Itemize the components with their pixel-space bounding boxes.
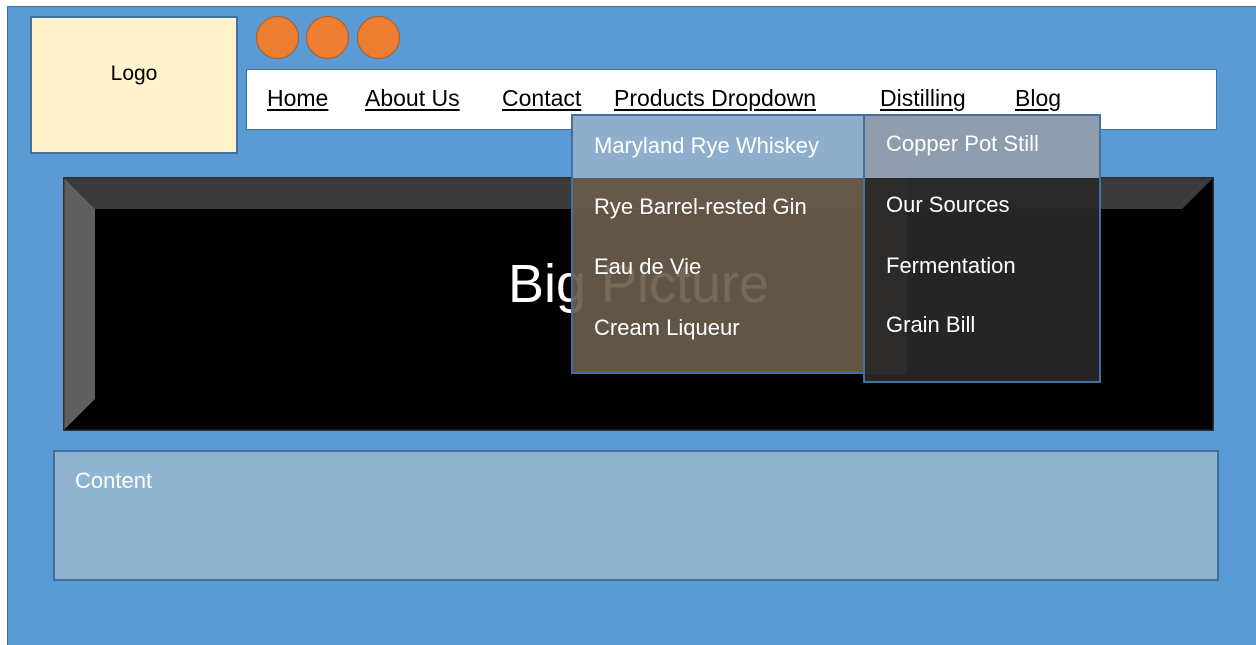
- nav-item-contact[interactable]: Contact: [502, 85, 581, 112]
- dropdown-item-grain-bill[interactable]: Grain Bill: [886, 312, 975, 338]
- nav-item-blog[interactable]: Blog: [1015, 85, 1061, 112]
- dropdown-item-fermentation[interactable]: Fermentation: [886, 253, 1016, 279]
- nav-item-about-us[interactable]: About Us: [365, 85, 460, 112]
- dropdown-item-our-sources[interactable]: Our Sources: [886, 192, 1010, 218]
- dropdown-item-copper-pot-still[interactable]: Copper Pot Still: [886, 131, 1039, 157]
- content-area: Content: [53, 450, 1219, 581]
- content-label: Content: [75, 468, 153, 493]
- social-circle-icon[interactable]: [357, 16, 400, 59]
- logo-label: Logo: [110, 62, 158, 85]
- nav-item-home[interactable]: Home: [267, 85, 328, 112]
- nav-item-distilling[interactable]: Distilling: [880, 85, 966, 112]
- logo[interactable]: Logo: [30, 16, 238, 154]
- social-circle-icon[interactable]: [256, 16, 299, 59]
- dropdown-item-eau-de-vie[interactable]: Eau de Vie: [594, 254, 701, 280]
- dropdown-item-cream-liqueur[interactable]: Cream Liqueur: [594, 315, 740, 341]
- social-circle-icon[interactable]: [306, 16, 349, 59]
- dropdown-item-rye-barrel-rested-gin[interactable]: Rye Barrel-rested Gin: [594, 194, 807, 220]
- dropdown-item-maryland-rye-whiskey[interactable]: Maryland Rye Whiskey: [594, 133, 819, 159]
- nav-item-products-dropdown[interactable]: Products Dropdown: [614, 85, 816, 112]
